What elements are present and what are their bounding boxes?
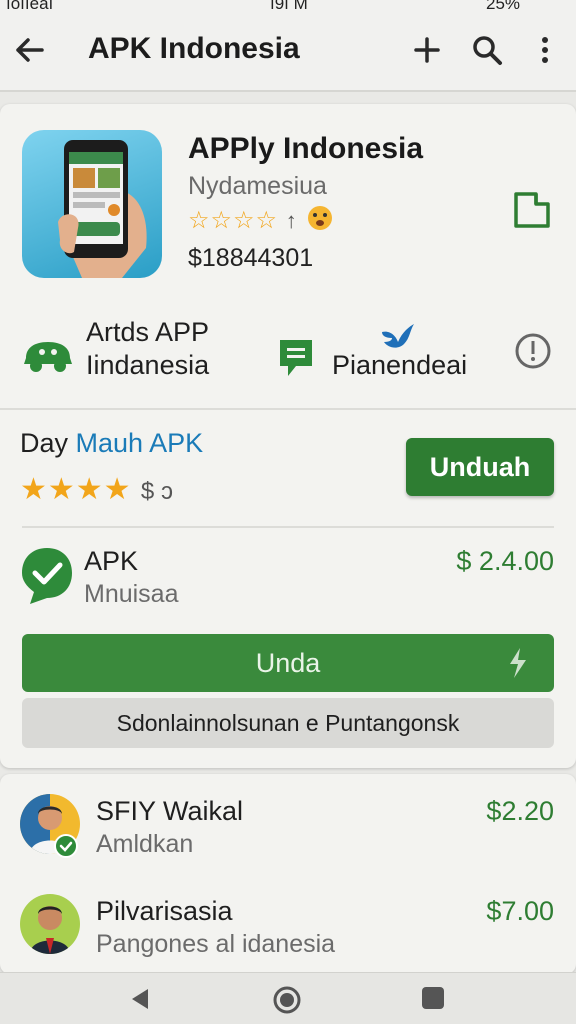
search-icon[interactable] xyxy=(470,32,504,68)
check-badge-icon xyxy=(22,548,72,604)
more-options-icon[interactable] xyxy=(528,32,562,68)
avatar[interactable] xyxy=(20,894,80,954)
face-emoji-icon xyxy=(308,206,333,230)
info-icon[interactable] xyxy=(514,332,552,370)
clock-text: ı9ı M xyxy=(270,0,308,13)
app-price: $18844301 xyxy=(188,244,314,272)
offer-stars-suffix: $ ɔ xyxy=(140,478,173,505)
bird-icon xyxy=(382,324,414,348)
wide-download-button[interactable]: Unda xyxy=(22,634,554,692)
app-detail-card: APPly Indonesia Nydamesiua ☆☆☆☆ ↑ $18844… xyxy=(0,104,576,768)
page-title: APK Indonesia xyxy=(88,32,300,65)
person-subtitle: Pangones al idanesia xyxy=(96,930,336,958)
verified-badge-icon xyxy=(54,834,78,858)
battery-text: 25% xyxy=(486,0,521,13)
rating-stars: ☆☆☆☆ xyxy=(188,207,279,234)
phone-in-hand-icon xyxy=(58,140,147,278)
feature-item-1-line2: Iindanesia xyxy=(86,350,210,380)
chat-bubble-icon xyxy=(280,340,312,376)
feature-item-1[interactable]: Artds APP Iindanesia xyxy=(86,316,209,382)
add-icon[interactable] xyxy=(410,32,444,68)
app-rating: ☆☆☆☆ ↑ xyxy=(188,204,335,235)
secondary-button[interactable]: Sdonlainnolsunan e Puntangonsk xyxy=(22,698,554,748)
app-bar: APK Indonesia xyxy=(0,14,576,92)
system-nav-bar xyxy=(0,972,576,1024)
feature-item-2-label[interactable]: Pianendeai xyxy=(332,349,467,382)
app-developer[interactable]: Nydamesiua xyxy=(188,172,327,201)
rating-suffix: ↑ xyxy=(285,208,298,233)
divider xyxy=(0,408,576,410)
offer-label: Day Mauh APK xyxy=(20,428,203,459)
status-bar: ıoııeaı ı9ı M 25% xyxy=(0,0,576,14)
person-subtitle: Amldkan xyxy=(96,830,194,858)
bookmark-icon[interactable] xyxy=(512,188,552,230)
person-price: $2.20 xyxy=(486,796,554,826)
divider xyxy=(22,526,554,528)
person-name[interactable]: SFIY Waikal xyxy=(96,796,243,827)
people-list-card: SFIY Waikal Amldkan $2.20 Pilvarisasia P… xyxy=(0,774,576,974)
nav-recent-icon[interactable] xyxy=(420,985,446,1011)
person-name[interactable]: Pilvarisasia xyxy=(96,896,233,927)
nav-back-icon[interactable] xyxy=(126,985,154,1013)
apk-item-subtitle: Mnuisaa xyxy=(84,580,179,608)
person-avatar-icon xyxy=(30,906,70,954)
bolt-icon xyxy=(510,648,526,678)
offer-label-plain: Day xyxy=(20,428,69,458)
offer-stars: ★★★★ xyxy=(20,473,132,506)
nav-home-icon[interactable] xyxy=(272,985,302,1015)
carrier-text: ıoııeaı xyxy=(6,0,54,13)
offer-rating: ★★★★ $ ɔ xyxy=(20,472,173,507)
apk-item-title: APK xyxy=(84,546,139,576)
wide-button-label: Unda xyxy=(255,647,321,678)
offer-label-accent[interactable]: Mauh APK xyxy=(76,428,204,458)
back-arrow-icon[interactable] xyxy=(12,32,48,68)
feature-item-1-line1: Artds APP xyxy=(86,317,210,347)
person-price: $7.00 xyxy=(486,896,554,926)
app-icon[interactable] xyxy=(22,130,162,278)
download-button[interactable]: Unduah xyxy=(406,438,554,496)
car-icon xyxy=(24,342,72,372)
apk-item-price: $ 2.4.00 xyxy=(456,546,554,576)
app-name: APPly Indonesia xyxy=(188,132,424,165)
